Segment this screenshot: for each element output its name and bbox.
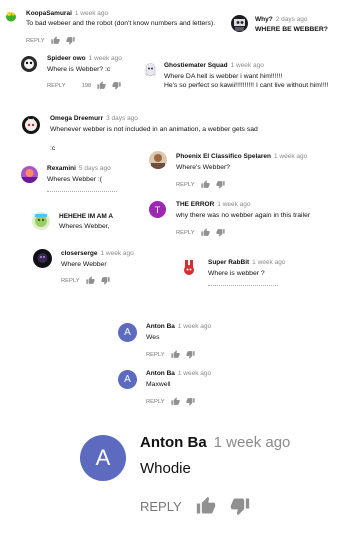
comment-text: Maxwell <box>146 381 171 388</box>
reply-button[interactable]: REPLY <box>26 38 45 44</box>
timestamp: 1 week ago <box>100 250 134 257</box>
thumbs-up-icon[interactable] <box>201 180 210 189</box>
thumbs-down-icon[interactable] <box>112 81 121 90</box>
comment-text: Whodie <box>140 460 191 477</box>
author-name[interactable]: Super RabBit <box>208 259 249 266</box>
thumbs-down-icon[interactable] <box>186 350 195 359</box>
timestamp: 1 week ago <box>177 323 212 330</box>
comment-text-line-2: He's so perfect so kawii!!!!!!!!!! I can… <box>164 82 329 89</box>
like-count: 198 <box>81 82 92 89</box>
comment-actions: REPLY <box>140 496 250 516</box>
comment-actions: REPLY <box>176 228 225 237</box>
comment-actions: REPLY <box>176 180 225 189</box>
author-name[interactable]: Anton Ba <box>146 370 175 377</box>
avatar[interactable] <box>33 249 52 268</box>
avatar[interactable] <box>143 62 158 77</box>
thumbs-down-icon[interactable] <box>101 276 110 285</box>
thumbs-up-icon[interactable] <box>97 81 106 90</box>
avatar[interactable] <box>149 151 167 169</box>
clipped-actions-row <box>208 285 278 288</box>
thumbs-down-icon[interactable] <box>186 397 195 406</box>
thumbs-up-icon[interactable] <box>171 350 180 359</box>
thumbs-down-icon[interactable] <box>230 496 250 516</box>
thumbs-down-icon[interactable] <box>66 36 75 45</box>
reply-button[interactable]: REPLY <box>146 399 165 405</box>
comment-text: Where's Webber? <box>176 164 231 171</box>
reply-button[interactable]: REPLY <box>61 278 80 284</box>
comment-text: Where DA hell is webber i want him!!!!!! <box>164 73 283 80</box>
comment-text: Wes <box>146 334 160 341</box>
author-name[interactable]: Omega Dreemurr <box>50 115 103 122</box>
timestamp: 1 week ago <box>177 370 212 377</box>
timestamp: 1 week ago <box>217 201 251 208</box>
thumbs-up-icon[interactable] <box>196 496 216 516</box>
comment-actions: REPLY <box>146 397 195 406</box>
comment-actions: REPLY 198 <box>47 81 121 90</box>
timestamp: 1 week ago <box>274 153 308 160</box>
comment-text: Whenever webber is not included in an an… <box>50 126 258 133</box>
timestamp: 1 week ago <box>230 62 264 69</box>
avatar[interactable]: A <box>118 323 137 342</box>
avatar[interactable] <box>231 15 248 32</box>
thumbs-down-icon[interactable] <box>216 180 225 189</box>
comment-text: Where is Webber? :c <box>47 66 111 73</box>
reply-button[interactable]: REPLY <box>176 182 195 188</box>
comment-text: Where Webber <box>61 261 107 268</box>
comment-actions: REPLY <box>61 276 110 285</box>
author-name[interactable]: closerserge <box>61 250 98 257</box>
thumbs-up-icon[interactable] <box>86 276 95 285</box>
timestamp: 1 week ago <box>88 55 122 62</box>
reply-button[interactable]: REPLY <box>140 499 182 514</box>
author-name[interactable]: Ghostiemater Squad <box>164 62 228 69</box>
avatar[interactable] <box>21 56 37 72</box>
timestamp: 5 days ago <box>78 165 111 172</box>
avatar[interactable] <box>179 257 199 277</box>
reply-button[interactable]: REPLY <box>146 352 165 358</box>
reply-button[interactable]: REPLY <box>47 83 66 89</box>
avatar[interactable] <box>22 116 40 134</box>
avatar[interactable] <box>21 166 38 183</box>
avatar[interactable] <box>4 9 18 23</box>
timestamp: 1 week ago <box>213 434 291 451</box>
timestamp: 2 days ago <box>275 16 308 23</box>
comment-text: WHERE BE WEBBER? <box>255 26 328 33</box>
comment-text: Wheres Webber :( <box>47 176 103 183</box>
author-name[interactable]: Anton Ba <box>146 323 175 330</box>
author-name[interactable]: Spideer owo <box>47 55 86 62</box>
comment-actions: REPLY <box>146 350 195 359</box>
timestamp: 3 days ago <box>106 115 138 122</box>
author-name[interactable]: HEHEHE IM AM A <box>59 213 113 220</box>
thumbs-up-icon[interactable] <box>201 228 210 237</box>
comment-text: Wheres Webber, <box>59 223 110 230</box>
avatar[interactable]: A <box>118 370 137 389</box>
comment-text: Where is webber ? <box>208 270 265 277</box>
comment-text: To bad webeer and the robot (don't know … <box>26 20 216 27</box>
author-name[interactable]: THE ERROR <box>176 201 214 208</box>
author-name[interactable]: Why? <box>255 16 273 23</box>
timestamp: 1 week ago <box>74 10 109 17</box>
reply-button[interactable]: REPLY <box>176 230 195 236</box>
clipped-actions-row <box>47 191 117 194</box>
comment-text-line-2: :c <box>50 145 56 152</box>
comment-actions: REPLY <box>26 36 75 45</box>
avatar[interactable] <box>32 212 50 230</box>
avatar[interactable]: T <box>149 201 166 218</box>
author-name[interactable]: Anton Ba <box>140 434 207 451</box>
thumbs-down-icon[interactable] <box>216 228 225 237</box>
avatar[interactable]: A <box>80 435 126 481</box>
author-name[interactable]: KoopaSamurai <box>26 10 72 17</box>
author-name[interactable]: Phoenix El Classifico Spelaren <box>176 153 271 160</box>
thumbs-up-icon[interactable] <box>171 397 180 406</box>
timestamp: 1 week ago <box>252 259 286 266</box>
thumbs-up-icon[interactable] <box>51 36 60 45</box>
comment-text: why there was no webber again in this tr… <box>176 212 311 219</box>
author-name[interactable]: Rexamini <box>47 165 76 172</box>
